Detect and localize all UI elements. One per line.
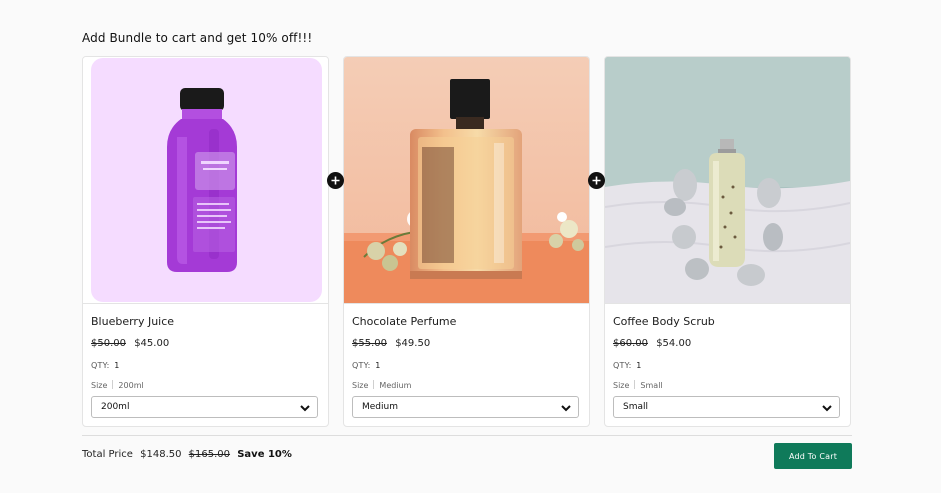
perfume-bottle-image[interactable] [344,57,589,303]
size-line: Size Medium [352,380,411,390]
sale-price: $54.00 [656,338,692,349]
total-price-label: Total Price [82,449,133,460]
size-separator [112,380,114,389]
bundle-heading: Add Bundle to cart and get 10% off!!! [82,31,313,45]
qty-label: QTY: [352,361,371,370]
size-label: Size [613,381,630,390]
size-select[interactable]: Medium [352,396,579,418]
size-value: 200ml [118,381,144,390]
qty-value: 1 [375,361,381,370]
save-badge: Save 10% [237,449,292,460]
product-prices: $60.00 $54.00 [613,338,691,349]
plus-icon [588,172,605,189]
sale-price: $45.00 [134,338,170,349]
product-prices: $55.00 $49.50 [352,338,430,349]
product-name[interactable]: Coffee Body Scrub [613,315,715,328]
size-line: Size 200ml [91,380,144,390]
scrub-bottle-image[interactable] [605,57,850,303]
qty-value: 1 [114,361,120,370]
plus-icon [327,172,344,189]
size-label: Size [91,381,108,390]
quantity-line: QTY: 1 [352,361,381,370]
size-select[interactable]: 200ml [91,396,318,418]
card-divider [605,303,850,304]
card-divider [344,303,589,304]
qty-value: 1 [636,361,642,370]
size-line: Size Small [613,380,663,390]
size-separator [373,380,375,389]
original-price: $60.00 [613,338,648,349]
card-divider [83,303,328,304]
product-name[interactable]: Blueberry Juice [91,315,174,328]
size-select-value: Medium [362,402,398,412]
size-separator [634,380,636,389]
original-price: $55.00 [352,338,387,349]
product-card-chocolate-perfume: Chocolate Perfume $55.00 $49.50 QTY: 1 S… [343,56,590,427]
size-value: Medium [379,381,412,390]
quantity-line: QTY: 1 [613,361,642,370]
chevron-down-icon [300,405,310,412]
product-prices: $50.00 $45.00 [91,338,169,349]
qty-label: QTY: [613,361,632,370]
original-price: $50.00 [91,338,126,349]
bundle-total: Total Price $148.50 $165.00 Save 10% [82,449,296,460]
quantity-line: QTY: 1 [91,361,120,370]
bundle-offer: Add Bundle to cart and get 10% off!!! Bl… [0,0,941,493]
sale-price: $49.50 [395,338,431,349]
total-price: $148.50 [140,449,182,460]
add-to-cart-button[interactable]: Add To Cart [774,443,852,469]
juice-bottle-image[interactable] [83,57,328,303]
size-label: Size [352,381,369,390]
chevron-down-icon [822,405,832,412]
chevron-down-icon [561,405,571,412]
qty-label: QTY: [91,361,110,370]
product-card-blueberry-juice: Blueberry Juice $50.00 $45.00 QTY: 1 Siz… [82,56,329,427]
size-select-value: 200ml [101,402,130,412]
footer-divider [82,435,852,436]
size-select[interactable]: Small [613,396,840,418]
product-name[interactable]: Chocolate Perfume [352,315,456,328]
original-total-price: $165.00 [188,449,231,460]
size-select-value: Small [623,402,648,412]
product-card-coffee-body-scrub: Coffee Body Scrub $60.00 $54.00 QTY: 1 S… [604,56,851,427]
size-value: Small [640,381,663,390]
